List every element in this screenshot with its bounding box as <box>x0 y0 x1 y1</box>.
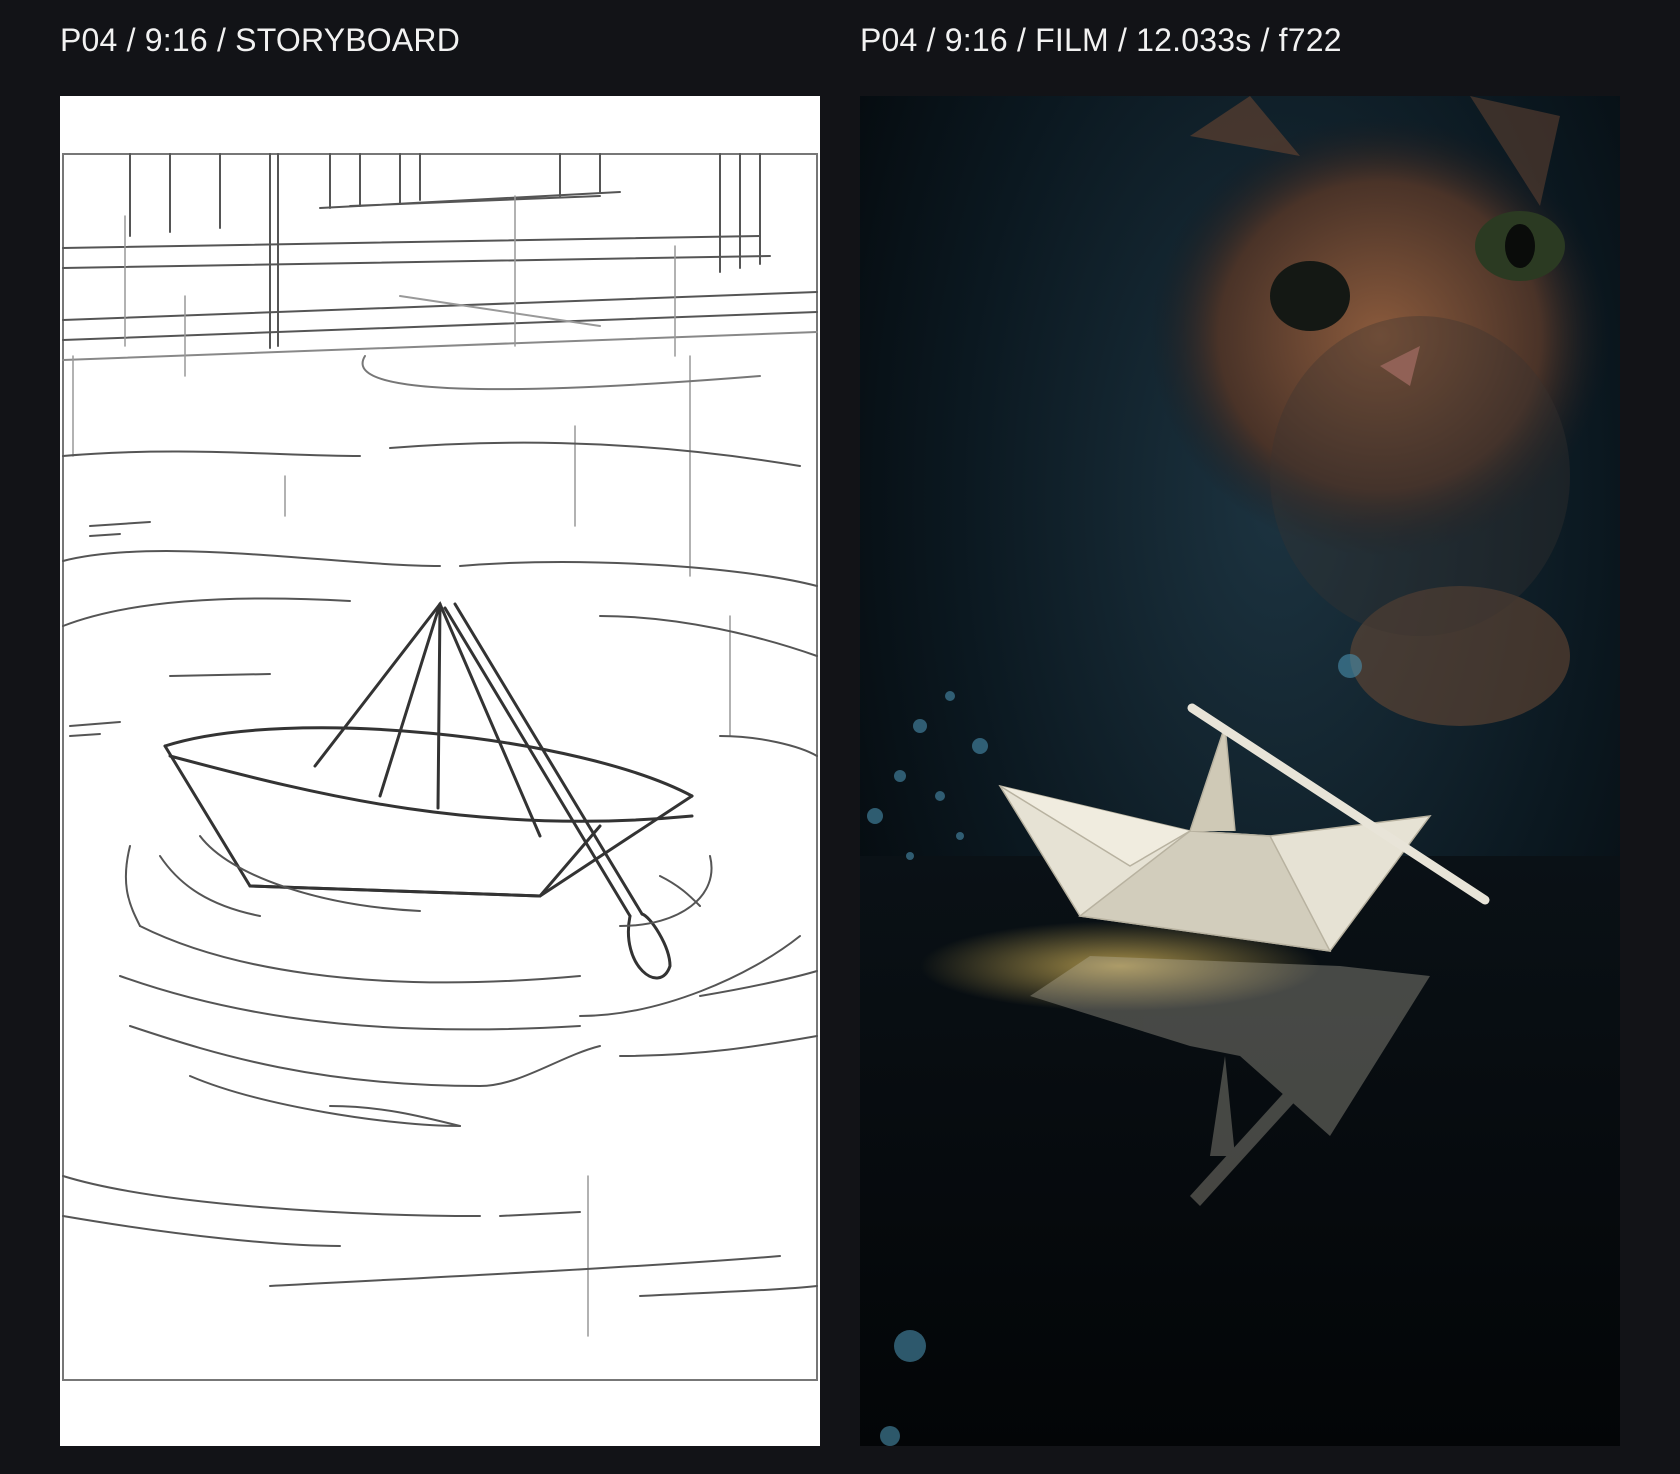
film-panel-label: P04 / 9:16 / FILM / 12.033s / f722 <box>860 22 1342 58</box>
film-still-image <box>860 96 1620 1446</box>
storyboard-sketch-image <box>60 96 820 1446</box>
storyboard-panel-label: P04 / 9:16 / STORYBOARD <box>60 22 461 58</box>
